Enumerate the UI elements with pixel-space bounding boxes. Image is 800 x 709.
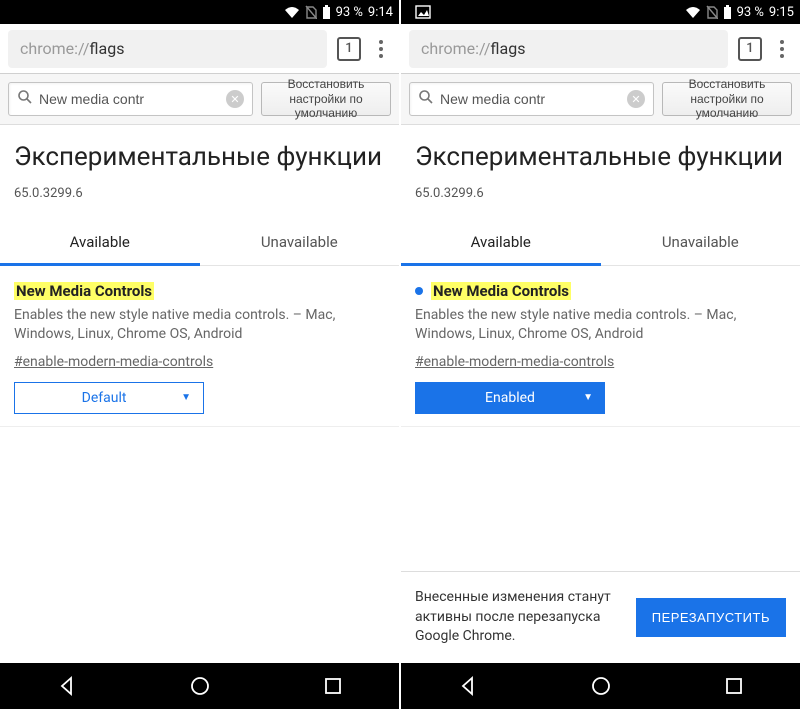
battery-percent: 93 %	[336, 5, 363, 20]
wifi-icon	[685, 6, 701, 18]
flag-state-select[interactable]: Enabled ▼	[415, 382, 605, 414]
back-icon[interactable]	[56, 675, 78, 697]
clock: 9:14	[368, 5, 393, 20]
status-bar: 93 % 9:14	[0, 0, 399, 24]
modified-dot-icon	[415, 287, 423, 295]
search-icon	[418, 89, 434, 109]
no-sim-icon	[305, 5, 317, 19]
device-right: 93 % 9:15 chrome://flags 1 ✕ Восстановит…	[401, 0, 800, 709]
tab-unavailable[interactable]: Unavailable	[200, 219, 400, 265]
flags-toolbar: ✕ Восстановить настройки по умолчанию	[401, 74, 800, 125]
tab-unavailable[interactable]: Unavailable	[601, 219, 800, 265]
search-input[interactable]	[440, 91, 621, 107]
reset-defaults-button[interactable]: Восстановить настройки по умолчанию	[662, 82, 792, 116]
status-bar: 93 % 9:15	[401, 0, 800, 24]
search-input[interactable]	[39, 91, 220, 107]
flag-state-select[interactable]: Default ▼	[14, 382, 204, 414]
page-title: Экспериментальные функции	[14, 141, 385, 174]
search-box[interactable]: ✕	[409, 82, 654, 116]
version-text: 65.0.3299.6	[14, 186, 385, 201]
url-field[interactable]: chrome://flags	[8, 30, 327, 68]
battery-icon	[322, 5, 331, 19]
content: Экспериментальные функции 65.0.3299.6 Av…	[401, 125, 800, 663]
no-sim-icon	[706, 5, 718, 19]
tab-available[interactable]: Available	[401, 219, 601, 265]
search-box[interactable]: ✕	[8, 82, 253, 116]
tab-switcher[interactable]: 1	[337, 37, 361, 61]
home-icon[interactable]	[590, 675, 612, 697]
url-path: flags	[490, 39, 525, 58]
content: Экспериментальные функции 65.0.3299.6 Av…	[0, 125, 399, 663]
android-nav-bar	[0, 663, 399, 709]
flag-title: New Media Controls	[14, 282, 154, 300]
flag-anchor-link[interactable]: #enable-modern-media-controls	[14, 354, 213, 370]
battery-percent: 93 %	[737, 5, 764, 20]
restart-bar: Внесенные изменения станут активны после…	[401, 571, 800, 663]
tabs: Available Unavailable	[401, 219, 800, 266]
flag-description: Enables the new style native media contr…	[14, 306, 385, 345]
clear-search-icon[interactable]: ✕	[627, 90, 645, 108]
kebab-menu-icon[interactable]	[772, 37, 792, 61]
flags-toolbar: ✕ Восстановить настройки по умолчанию	[0, 74, 399, 125]
kebab-menu-icon[interactable]	[371, 37, 391, 61]
wifi-icon	[284, 6, 300, 18]
chevron-down-icon: ▼	[181, 392, 191, 403]
flag-anchor-link[interactable]: #enable-modern-media-controls	[415, 354, 614, 370]
flag-item: New Media Controls Enables the new style…	[401, 266, 800, 427]
url-field[interactable]: chrome://flags	[409, 30, 728, 68]
recents-icon[interactable]	[724, 676, 744, 696]
tabs: Available Unavailable	[0, 219, 399, 266]
restart-button[interactable]: ПЕРЕЗАПУСТИТЬ	[636, 598, 786, 637]
url-path: flags	[89, 39, 124, 58]
search-icon	[17, 89, 33, 109]
chevron-down-icon: ▼	[583, 392, 593, 403]
clear-search-icon[interactable]: ✕	[226, 90, 244, 108]
recents-icon[interactable]	[323, 676, 343, 696]
version-text: 65.0.3299.6	[415, 186, 786, 201]
clock: 9:15	[769, 5, 794, 20]
url-bar: chrome://flags 1	[401, 24, 800, 74]
url-prefix: chrome://	[421, 39, 490, 58]
restart-message: Внесенные изменения станут активны после…	[415, 588, 624, 647]
flag-title: New Media Controls	[431, 282, 571, 300]
back-icon[interactable]	[457, 675, 479, 697]
device-left: 93 % 9:14 chrome://flags 1 ✕ Восстановит…	[0, 0, 399, 709]
tab-switcher[interactable]: 1	[738, 37, 762, 61]
flag-description: Enables the new style native media contr…	[415, 306, 786, 345]
reset-defaults-button[interactable]: Восстановить настройки по умолчанию	[261, 82, 391, 116]
battery-icon	[723, 5, 732, 19]
url-prefix: chrome://	[20, 39, 89, 58]
home-icon[interactable]	[189, 675, 211, 697]
android-nav-bar	[401, 663, 800, 709]
tab-available[interactable]: Available	[0, 219, 200, 265]
flag-item: New Media Controls Enables the new style…	[0, 266, 399, 427]
url-bar: chrome://flags 1	[0, 24, 399, 74]
page-title: Экспериментальные функции	[415, 141, 786, 174]
picture-icon	[415, 5, 431, 19]
